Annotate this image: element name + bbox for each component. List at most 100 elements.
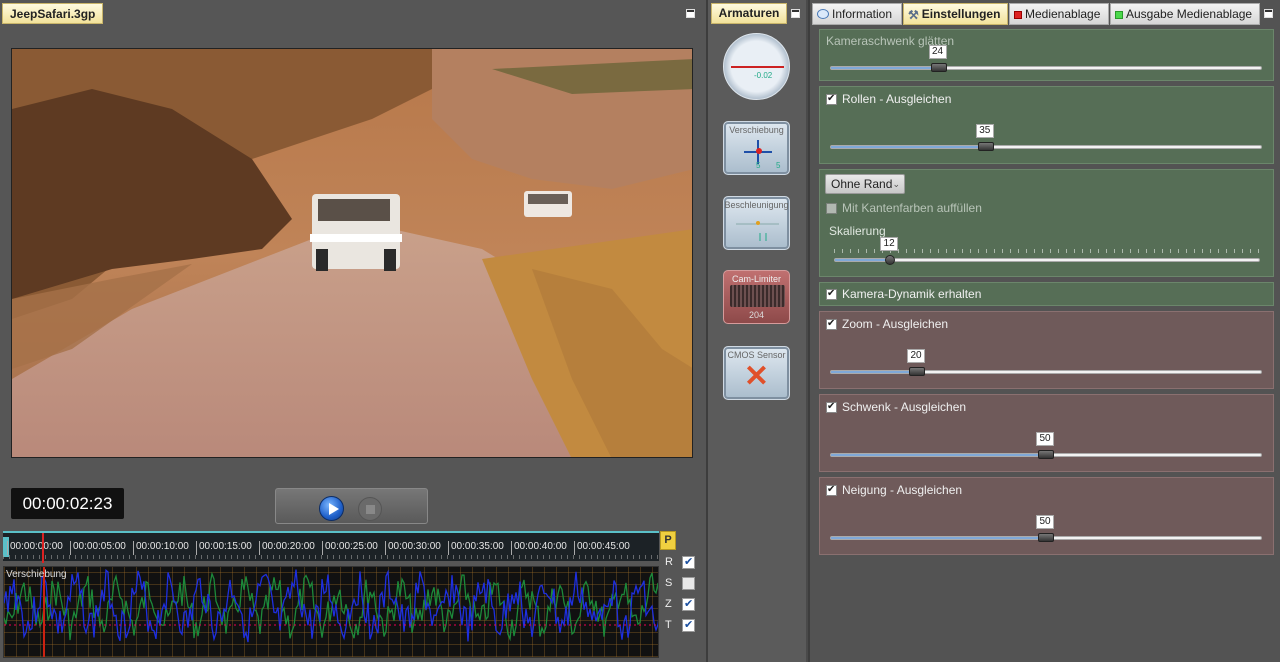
- schwenk-label: Schwenk - Ausgleichen: [842, 400, 967, 414]
- axis-s-row: S: [665, 576, 695, 592]
- maximize-icon[interactable]: [1264, 9, 1273, 18]
- maximize-icon[interactable]: [686, 9, 695, 18]
- neigung-section: Neigung - Ausgleichen 50: [819, 477, 1274, 555]
- edge-fill-checkbox[interactable]: [826, 203, 837, 214]
- tab-einstellungen[interactable]: ⚒ Einstellungen: [903, 3, 1008, 25]
- zoom-label: Zoom - Ausgleichen: [842, 317, 949, 331]
- p-button[interactable]: P: [660, 531, 676, 550]
- cam-limiter-instrument: Cam-Limiter 204: [723, 270, 790, 324]
- edge-fill-label: Mit Kantenfarben auffüllen: [842, 201, 982, 215]
- zoom-slider[interactable]: 20: [830, 349, 1262, 376]
- axis-r-row: R: [665, 555, 695, 571]
- waveform-line: [4, 568, 658, 643]
- slider-value: 20: [907, 349, 925, 363]
- limiter-bars: [730, 285, 785, 307]
- axis-z-checkbox[interactable]: [682, 597, 695, 611]
- timeline-tick: 00:00:25:00: [322, 541, 378, 555]
- gauge-needle: [731, 66, 784, 68]
- instruments-panel: Armaturen -0.02 Verschiebung 5 5 Beschle…: [706, 0, 806, 662]
- tab-information[interactable]: Information: [812, 3, 902, 25]
- tab-ausgabe-medienablage[interactable]: Ausgabe Medienablage: [1110, 3, 1260, 25]
- jeep-front: [310, 194, 402, 271]
- slider-value: 50: [1036, 432, 1054, 446]
- limiter-label: Cam-Limiter: [731, 274, 781, 284]
- scale-label: Skalierung: [829, 224, 886, 238]
- slider-fill: [831, 537, 1046, 539]
- zoom-section: Zoom - Ausgleichen 20: [819, 311, 1274, 389]
- speech-bubble-icon: [817, 9, 829, 19]
- stop-icon[interactable]: [358, 497, 382, 521]
- timeline-tick: 00:00:35:00: [448, 541, 504, 555]
- chevron-down-icon: ⌄: [892, 179, 900, 189]
- neigung-slider[interactable]: 50: [830, 515, 1262, 542]
- slider-thumb[interactable]: [885, 255, 896, 265]
- slider-thumb[interactable]: [1038, 450, 1054, 459]
- neigung-checkbox[interactable]: [826, 484, 837, 496]
- tab-medienablage[interactable]: Medienablage: [1009, 3, 1109, 25]
- video-preview: [11, 48, 693, 458]
- tools-icon: ⚒: [908, 8, 919, 22]
- slider-thumb[interactable]: [977, 142, 994, 151]
- axis-t-checkbox[interactable]: [682, 618, 695, 632]
- axis-s-checkbox[interactable]: [682, 577, 695, 590]
- slider-value: 24: [928, 45, 947, 59]
- slider-thumb[interactable]: [1038, 533, 1054, 542]
- axis-s-label: S: [665, 577, 673, 589]
- schwenk-section: Schwenk - Ausgleichen 50: [819, 394, 1274, 472]
- border-mode-dropdown[interactable]: Ohne Rand ⌄: [825, 174, 905, 194]
- playhead[interactable]: [42, 533, 44, 563]
- video-tab[interactable]: JeepSafari.3gp: [2, 3, 104, 24]
- dynamik-label: Kamera-Dynamik erhalten: [842, 287, 982, 301]
- slider-fill: [831, 371, 917, 373]
- timeline-tick: 00:00:05:00: [70, 541, 126, 555]
- axis-t-row: T: [665, 618, 695, 634]
- motion-waveform: [4, 568, 658, 643]
- rollen-section: Rollen - Ausgleichen 35: [819, 86, 1274, 164]
- timeline-tick: 00:00:20:00: [259, 541, 315, 555]
- zoom-checkbox[interactable]: [826, 318, 837, 330]
- disabled-x-icon: ✕: [743, 360, 770, 393]
- slider-fill: [831, 454, 1046, 456]
- video-frame-image: [12, 49, 692, 457]
- axis-z-label: Z: [665, 598, 672, 610]
- motion-graph: Verschiebung: [3, 566, 659, 658]
- slider-fill: [831, 146, 986, 148]
- timeline-ruler[interactable]: 00:00:00:00 00:00:05:00 00:00:10:00 00:0…: [3, 531, 659, 563]
- dynamik-checkbox[interactable]: [826, 288, 837, 300]
- instruments-tab[interactable]: Armaturen: [711, 3, 787, 24]
- rollen-checkbox[interactable]: [826, 93, 837, 105]
- rand-section: Ohne Rand ⌄ Mit Kantenfarben auffüllen S…: [819, 169, 1274, 277]
- slider-value: 12: [880, 237, 899, 251]
- schwenk-slider[interactable]: 50: [830, 432, 1262, 459]
- slider-fill: [835, 259, 891, 261]
- gauge-readout: -0.02: [754, 71, 773, 80]
- tab-label: Medienablage: [1025, 7, 1101, 21]
- app-window: JeepSafari.3gp 00:00:02:23 00:00:00:00 0…: [0, 0, 1280, 662]
- shift-instrument: Verschiebung 5 5: [723, 121, 790, 175]
- video-panel: JeepSafari.3gp 00:00:02:23 00:00:00:00 0…: [0, 0, 706, 662]
- timeline-tick: 00:00:45:00: [574, 541, 630, 555]
- maximize-icon[interactable]: [791, 9, 800, 18]
- slider-thumb[interactable]: [909, 367, 925, 376]
- axis-r-checkbox[interactable]: [682, 555, 695, 569]
- dropdown-value: Ohne Rand: [831, 177, 893, 191]
- schwenk-checkbox[interactable]: [826, 401, 837, 413]
- slider-fill: [831, 67, 939, 69]
- axis-z-row: Z: [665, 597, 695, 613]
- play-icon[interactable]: [319, 496, 344, 521]
- slider-thumb[interactable]: [930, 63, 947, 72]
- timeline-tick: 00:00:15:00: [196, 541, 252, 555]
- graph-label: Verschiebung: [6, 569, 67, 580]
- limiter-value: 204: [748, 310, 765, 320]
- timeline-tick: 00:00:30:00: [385, 541, 441, 555]
- green-square-icon: [1115, 11, 1123, 19]
- accel-icon: [736, 221, 779, 241]
- accel-instrument: Beschleunigung: [723, 196, 790, 250]
- kameraschwenk-slider[interactable]: 24: [830, 45, 1262, 72]
- neigung-label: Neigung - Ausgleichen: [842, 483, 963, 497]
- kameraschwenk-section: Kameraschwenk glätten 24: [819, 29, 1274, 81]
- rollen-slider[interactable]: 35: [830, 124, 1262, 151]
- scale-slider[interactable]: 12: [834, 237, 1260, 265]
- jeep-back: [524, 191, 572, 217]
- axis-t-label: T: [665, 619, 672, 631]
